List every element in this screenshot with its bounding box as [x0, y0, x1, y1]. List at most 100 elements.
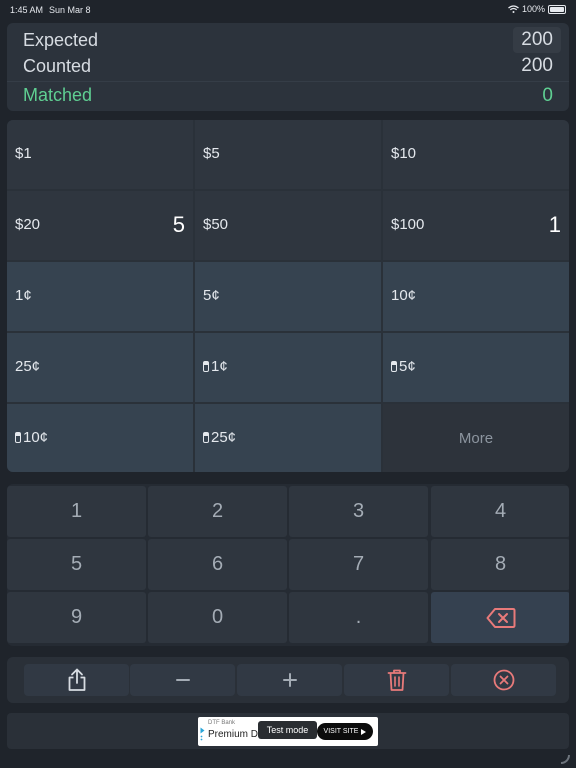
ad-banner[interactable]: DTF Bank Premium D Test mode VISIT SITE: [198, 717, 378, 746]
denomination-value: 1¢: [15, 287, 32, 304]
denomination-value: $50: [203, 216, 229, 233]
key-6[interactable]: 6: [148, 539, 287, 590]
ad-visit-button[interactable]: VISIT SITE: [317, 723, 373, 740]
key-0[interactable]: 0: [148, 592, 287, 643]
denomination-value: $20: [15, 216, 41, 233]
key-8[interactable]: 8: [431, 539, 569, 590]
expected-label: Expected: [23, 29, 99, 50]
denomination-label: 1¢: [15, 287, 32, 304]
denomination-cell[interactable]: $20 5: [7, 191, 193, 260]
status-time: 1:45 AM: [10, 5, 44, 15]
denomination-label: $5: [203, 145, 220, 162]
coin-roll-icon: [391, 361, 397, 372]
denomination-cell[interactable]: 1¢: [7, 262, 193, 331]
key-5[interactable]: 5: [7, 539, 146, 590]
denomination-grid: $1 $5 $10 $20 5 $50 $100 1 1¢ 5¢ 10¢ 25¢ 1¢ 5¢ 10¢ 25¢ M…: [7, 120, 569, 472]
denomination-value: 10¢: [391, 287, 417, 304]
matched-row: Matched 0: [7, 81, 569, 109]
ad-title: Premium D: [208, 729, 259, 740]
matched-label: Matched: [23, 85, 93, 105]
coin-roll-icon: [15, 432, 21, 443]
key-3[interactable]: 3: [289, 486, 428, 537]
share-icon: [68, 668, 85, 691]
denomination-cell[interactable]: $5: [195, 120, 381, 189]
denomination-cell[interactable]: 10¢: [383, 262, 569, 331]
denomination-cell[interactable]: 1¢: [195, 333, 381, 402]
summary-panel: Expected 200 Counted 200 Matched 0: [7, 23, 569, 111]
backspace-button[interactable]: [431, 592, 569, 643]
clear-circle-icon: [493, 669, 514, 691]
denomination-cell[interactable]: $50: [195, 191, 381, 260]
battery-percent: 100%: [521, 4, 545, 14]
denomination-count: 5: [172, 212, 185, 237]
denomination-label: 5¢: [391, 358, 416, 375]
denomination-value: 1¢: [211, 358, 228, 375]
plus-icon: [282, 673, 297, 687]
denomination-label: 10¢: [15, 429, 48, 446]
denomination-label: 25¢: [203, 429, 236, 446]
counted-value: 200: [521, 55, 553, 76]
delete-button[interactable]: [344, 664, 449, 696]
denomination-value: $1: [15, 145, 32, 162]
more-button[interactable]: More: [383, 404, 569, 472]
minus-icon: [175, 679, 190, 681]
denomination-value: $5: [203, 145, 220, 162]
denomination-label: $1: [15, 145, 32, 162]
denomination-value: 5¢: [203, 287, 220, 304]
resize-corner-icon: [561, 755, 570, 764]
denomination-value: $100: [391, 216, 425, 233]
more-label: More: [458, 430, 494, 447]
ad-bank-name: DTF Bank: [208, 720, 236, 726]
denomination-label: $10: [391, 145, 416, 162]
battery-icon: [548, 4, 566, 14]
denomination-cell[interactable]: 5¢: [195, 262, 381, 331]
ad-visit-label: VISIT SITE: [323, 728, 359, 735]
denomination-cell[interactable]: $10: [383, 120, 569, 189]
clear-button[interactable]: [451, 664, 556, 696]
number-keypad: 1234 5678 90.: [7, 484, 569, 646]
denomination-value: 10¢: [23, 429, 49, 446]
key-4[interactable]: 4: [431, 486, 569, 537]
backspace-icon: [486, 607, 515, 628]
key-2[interactable]: 2: [148, 486, 287, 537]
denomination-label: $20: [15, 216, 40, 233]
increment-button[interactable]: [237, 664, 342, 696]
denomination-label: 5¢: [203, 287, 220, 304]
ad-test-mode-badge: Test mode: [258, 721, 317, 739]
expected-value[interactable]: 200: [513, 27, 561, 53]
status-date: Sun Mar 8: [49, 5, 91, 15]
counted-label: Counted: [23, 55, 92, 76]
coin-roll-icon: [203, 432, 209, 443]
key-9[interactable]: 9: [7, 592, 146, 643]
denomination-value: 25¢: [211, 429, 237, 446]
action-toolbar: [7, 657, 569, 703]
denomination-label: 10¢: [391, 287, 416, 304]
denomination-cell[interactable]: 10¢: [7, 404, 193, 472]
denomination-cell[interactable]: 25¢: [7, 333, 193, 402]
share-button[interactable]: [24, 664, 129, 696]
denomination-label: $50: [203, 216, 228, 233]
denomination-label: 25¢: [15, 358, 40, 375]
coin-roll-icon: [203, 361, 209, 372]
denomination-value: $10: [391, 145, 417, 162]
expected-row[interactable]: Expected 200: [7, 27, 569, 53]
denomination-count: 1: [548, 212, 561, 237]
denomination-cell[interactable]: 25¢: [195, 404, 381, 472]
key-1[interactable]: 1: [7, 486, 146, 537]
denomination-value: 25¢: [15, 358, 41, 375]
matched-value: 0: [542, 84, 553, 106]
denomination-label: $100: [391, 216, 424, 233]
trash-icon: [387, 669, 406, 691]
status-bar: 1:45 AM Sun Mar 8 100%: [0, 0, 576, 20]
play-arrow-icon: [361, 728, 367, 735]
key-decimal[interactable]: .: [289, 592, 428, 643]
key-7[interactable]: 7: [289, 539, 428, 590]
denomination-cell[interactable]: $1: [7, 120, 193, 189]
decrement-button[interactable]: [130, 664, 235, 696]
counted-row: Counted 200: [7, 53, 569, 79]
ad-marker-icon: [200, 727, 205, 741]
denomination-cell[interactable]: 5¢: [383, 333, 569, 402]
denomination-label: 1¢: [203, 358, 228, 375]
denomination-cell[interactable]: $100 1: [383, 191, 569, 260]
denomination-value: 5¢: [399, 358, 416, 375]
